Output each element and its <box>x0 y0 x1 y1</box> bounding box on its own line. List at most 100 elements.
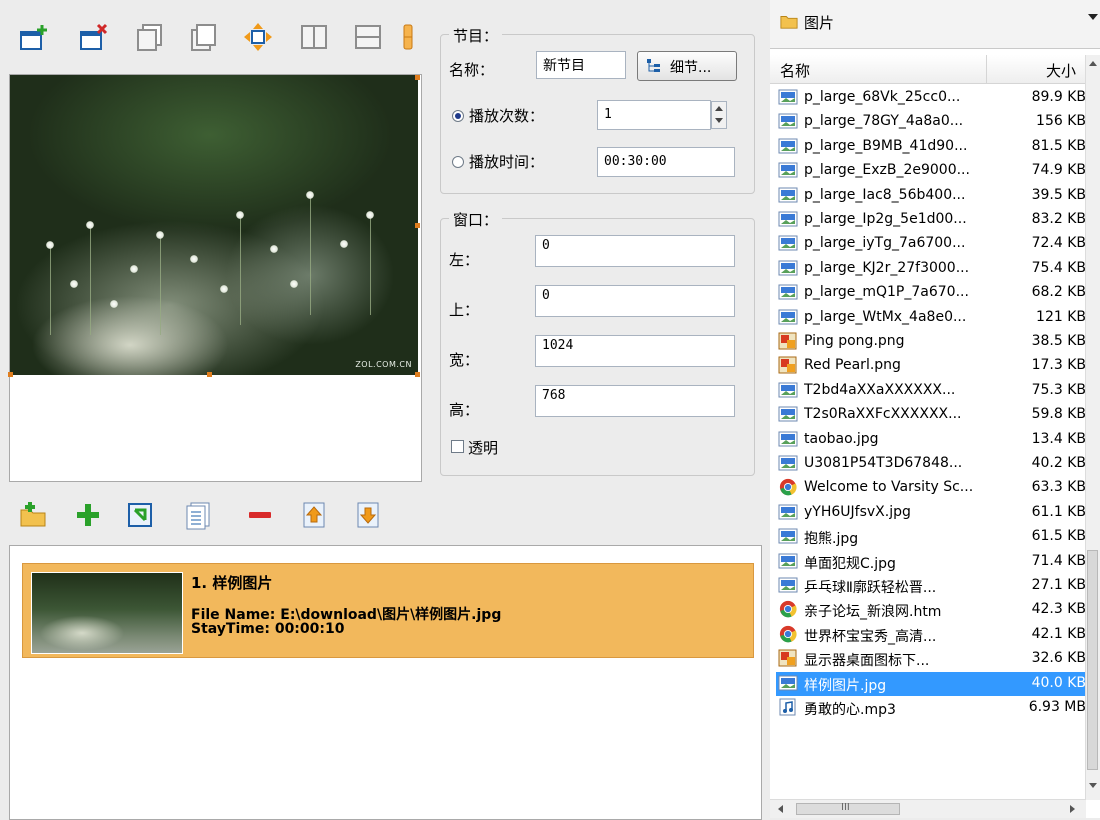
properties-button[interactable] <box>182 500 214 530</box>
split-horizontal-button[interactable] <box>298 22 330 52</box>
add-folder-button[interactable] <box>18 500 50 530</box>
move-up-button[interactable] <box>298 500 330 530</box>
play-count-input[interactable]: 1 <box>597 100 711 130</box>
delete-window-button[interactable] <box>78 22 110 52</box>
file-row[interactable]: T2bd4aXXaXXXXXX... 75.3 KB <box>776 379 1086 403</box>
details-button[interactable]: 细节... <box>637 51 737 81</box>
file-row[interactable]: Welcome to Varsity Sc... 63.3 KB <box>776 476 1086 500</box>
play-time-radio[interactable] <box>452 156 464 168</box>
width-input[interactable]: 1024 <box>535 335 735 367</box>
file-row[interactable]: taobao.jpg 13.4 KB <box>776 428 1086 452</box>
plus-icon <box>77 504 99 526</box>
resize-handle[interactable] <box>415 223 420 228</box>
file-row[interactable]: 世界杯宝宝秀_高清... 42.1 KB <box>776 623 1086 647</box>
width-label: 宽： <box>449 351 480 369</box>
file-name: p_large_KJ2r_27f3000... <box>804 259 970 276</box>
file-row[interactable]: Ping pong.png 38.5 KB <box>776 330 1086 354</box>
file-row[interactable]: 勇敢的心.mp3 6.93 MB <box>776 696 1086 720</box>
play-count-radio[interactable] <box>452 110 464 122</box>
file-row[interactable]: p_large_mQ1P_7a670... 68.2 KB <box>776 281 1086 305</box>
file-row[interactable]: p_large_B9MB_41d90... 81.5 KB <box>776 135 1086 159</box>
file-size: 6.93 MB <box>1028 699 1086 715</box>
image-file-icon <box>778 552 798 570</box>
resize-handle[interactable] <box>207 372 212 377</box>
file-size: 63.3 KB <box>1031 479 1086 496</box>
send-back-button[interactable] <box>188 22 220 52</box>
file-row[interactable]: p_large_78GY_4a8a0... 156 KB <box>776 110 1086 134</box>
file-size: 74.9 KB <box>1031 162 1086 179</box>
file-row[interactable]: 显示器桌面图标下... 32.6 KB <box>776 647 1086 671</box>
playlist-panel[interactable]: 1. 样例图片 File Name: E:\download\图片\样例图片.j… <box>9 545 762 820</box>
file-name: 抱熊.jpg <box>804 531 859 548</box>
playlist-item[interactable]: 1. 样例图片 File Name: E:\download\图片\样例图片.j… <box>22 563 754 658</box>
vertical-scroll-thumb[interactable] <box>1087 550 1098 770</box>
transparent-checkbox[interactable] <box>451 440 464 453</box>
folder-selector[interactable]: 图片 <box>770 0 1100 49</box>
add-item-button[interactable] <box>72 500 104 530</box>
file-row[interactable]: U3081P54T3D67848... 40.2 KB <box>776 452 1086 476</box>
file-row[interactable]: p_large_KJ2r_27f3000... 75.4 KB <box>776 257 1086 281</box>
delete-window-icon <box>80 23 108 50</box>
spin-down-icon[interactable] <box>715 118 723 123</box>
preview-image[interactable]: ZOL.COM.CN <box>10 75 418 375</box>
file-name: 显示器桌面图标下... <box>804 653 930 670</box>
file-name: p_large_mQ1P_7a670... <box>804 284 969 301</box>
file-row[interactable]: T2s0RaXXFcXXXXXX... 59.8 KB <box>776 403 1086 427</box>
file-row[interactable]: Red Pearl.png 17.3 KB <box>776 354 1086 378</box>
horizontal-scrollbar[interactable]: III <box>770 799 1086 818</box>
play-time-label: 播放时间： <box>469 153 545 171</box>
file-row[interactable]: p_large_ExzB_2e9000... 74.9 KB <box>776 159 1086 183</box>
vertical-scrollbar[interactable] <box>1085 55 1100 800</box>
split-vertical-button[interactable] <box>352 22 384 52</box>
file-row[interactable]: p_large_Iac8_56b400... 39.5 KB <box>776 184 1086 208</box>
column-header-name[interactable]: 名称 <box>780 60 810 81</box>
top-input[interactable]: 0 <box>535 285 735 317</box>
fullscreen-button[interactable] <box>242 22 274 52</box>
height-input[interactable]: 768 <box>535 385 735 417</box>
file-name: 勇敢的心.mp3 <box>804 702 896 718</box>
bring-front-button[interactable] <box>134 22 166 52</box>
import-button[interactable] <box>124 500 156 530</box>
scroll-right-icon[interactable] <box>1070 805 1075 813</box>
scroll-down-icon[interactable] <box>1089 783 1097 788</box>
file-name: taobao.jpg <box>804 430 879 447</box>
image-file-icon <box>778 161 798 179</box>
file-row[interactable]: p_large_iyTg_7a6700... 72.4 KB <box>776 232 1086 256</box>
move-up-icon <box>303 502 325 528</box>
scroll-up-icon[interactable] <box>1089 61 1097 66</box>
resize-handle[interactable] <box>415 75 420 80</box>
play-count-spinner[interactable] <box>711 101 727 129</box>
resize-handle[interactable] <box>415 372 420 377</box>
chevron-down-icon[interactable] <box>1088 14 1098 20</box>
add-window-button[interactable] <box>18 22 50 52</box>
playlist-item-thumbnail <box>31 572 183 654</box>
file-row[interactable]: yYH6UJfsvX.jpg 61.1 KB <box>776 501 1086 525</box>
horizontal-scroll-thumb[interactable]: III <box>796 802 900 815</box>
image-file-icon <box>778 527 798 545</box>
file-row[interactable]: p_large_Ip2g_5e1d00... 83.2 KB <box>776 208 1086 232</box>
spin-up-icon[interactable] <box>715 106 723 111</box>
play-time-input[interactable]: 00:30:00 <box>597 147 735 177</box>
remove-item-button[interactable] <box>244 500 276 530</box>
image-file-icon <box>778 405 798 423</box>
file-row[interactable]: 抱熊.jpg 61.5 KB <box>776 525 1086 549</box>
image-file-icon <box>778 503 798 521</box>
column-divider[interactable] <box>986 55 987 83</box>
file-size: 32.6 KB <box>1031 650 1086 667</box>
overflow-tool-button[interactable] <box>402 22 416 52</box>
scroll-left-icon[interactable] <box>778 805 783 813</box>
file-list-header: 名称 大小 <box>770 55 1086 84</box>
file-row[interactable]: 乒乓球Ⅱ廓跃轻松晋... 27.1 KB <box>776 574 1086 598</box>
file-row[interactable]: p_large_WtMx_4a8e0... 121 KB <box>776 306 1086 330</box>
file-row[interactable]: 单面犯规C.jpg 71.4 KB <box>776 550 1086 574</box>
import-file-icon <box>128 503 152 527</box>
file-row[interactable]: 样例图片.jpg 40.0 KB <box>776 671 1086 696</box>
resize-handle[interactable] <box>8 372 13 377</box>
column-header-size[interactable]: 大小 <box>1046 60 1076 81</box>
name-input[interactable]: 新节目 <box>536 51 626 79</box>
left-input[interactable]: 0 <box>535 235 735 267</box>
file-row[interactable]: p_large_68Vk_25cc0... 89.9 KB <box>776 86 1086 110</box>
move-down-button[interactable] <box>352 500 384 530</box>
file-row[interactable]: 亲子论坛_新浪网.htm 42.3 KB <box>776 598 1086 622</box>
preview-panel[interactable]: ZOL.COM.CN <box>8 74 422 482</box>
